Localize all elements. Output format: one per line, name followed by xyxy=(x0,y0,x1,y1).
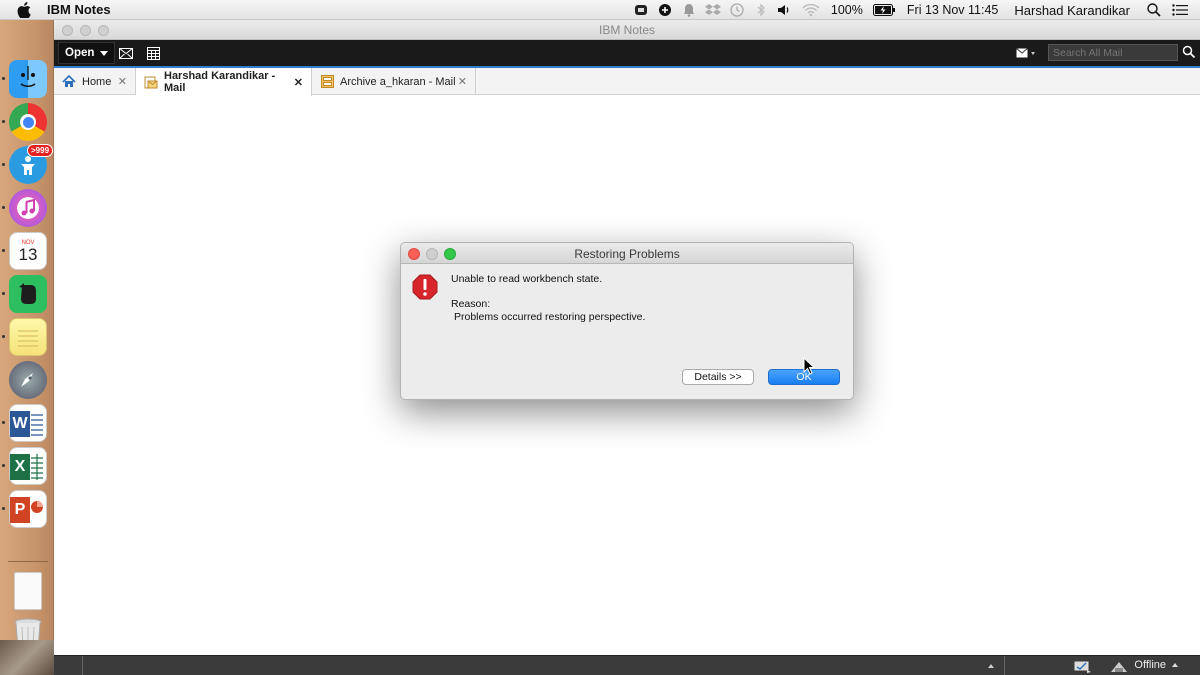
calendar-grid-icon[interactable] xyxy=(143,44,163,62)
details-button[interactable]: Details >> xyxy=(682,369,754,385)
bluetooth-icon[interactable] xyxy=(753,3,769,17)
chevron-up-icon xyxy=(1172,663,1178,667)
tab-bar: Home ✕ Harshad Karandikar - Mail ✕ Archi… xyxy=(54,68,1200,96)
battery-icon[interactable] xyxy=(872,3,895,17)
close-icon[interactable]: ✕ xyxy=(118,75,127,88)
notification-badge: >999 xyxy=(27,144,54,157)
chrome-icon[interactable] xyxy=(9,103,47,141)
dock-running-indicator xyxy=(2,292,5,295)
menubar-user[interactable]: Harshad Karandikar xyxy=(1014,3,1130,18)
dock-running-indicator xyxy=(2,249,5,252)
dock-running-indicator xyxy=(2,120,5,123)
spotlight-icon[interactable] xyxy=(1146,3,1162,17)
open-button[interactable]: Open xyxy=(58,42,116,64)
reason-label: Reason: xyxy=(451,298,491,310)
word-icon[interactable]: W xyxy=(9,404,47,442)
battery-percent: 100% xyxy=(830,3,863,17)
wifi-icon[interactable] xyxy=(801,3,821,17)
finder-icon[interactable] xyxy=(9,60,47,98)
calendar-day: 13 xyxy=(18,244,38,264)
launchpad-icon[interactable] xyxy=(9,361,47,399)
dock-separator xyxy=(8,561,48,562)
evernote-icon[interactable] xyxy=(9,275,47,313)
mail-icon xyxy=(144,75,158,89)
menubar-status-area: 100% Fri 13 Nov 11:45 Harshad Karandikar xyxy=(629,0,1200,20)
notification-icon[interactable] xyxy=(681,3,697,17)
dock-running-indicator xyxy=(2,464,5,467)
dock-running-indicator xyxy=(2,507,5,510)
status-divider xyxy=(82,656,83,675)
tab-archive[interactable]: Archive a_hkaran - Mail ✕ xyxy=(312,68,476,95)
error-icon xyxy=(412,274,438,300)
home-icon xyxy=(62,75,76,89)
dialog-titlebar[interactable]: Restoring Problems xyxy=(401,243,853,264)
app-name[interactable]: IBM Notes xyxy=(47,2,111,17)
time-machine-icon[interactable] xyxy=(729,3,745,17)
main-toolbar: Open xyxy=(54,40,1200,66)
mac-menubar: IBM Notes 100% Fri 13 Nov 11:45 Harshad … xyxy=(0,0,1200,20)
dock-running-indicator xyxy=(2,206,5,209)
dropbox-icon[interactable] xyxy=(704,3,721,17)
app-status-icon[interactable] xyxy=(633,3,649,17)
apple-icon[interactable] xyxy=(17,1,31,18)
sync-icon[interactable] xyxy=(657,3,673,17)
chevron-down-icon xyxy=(1031,51,1035,55)
dock-running-indicator xyxy=(2,163,5,166)
dock-running-indicator xyxy=(2,77,5,80)
chevron-up-icon[interactable] xyxy=(988,664,994,668)
chevron-down-icon xyxy=(100,50,109,56)
dialog-title: Restoring Problems xyxy=(574,247,680,261)
dock-running-indicator xyxy=(2,335,5,338)
window-title: IBM Notes xyxy=(598,23,655,37)
close-icon[interactable]: ✕ xyxy=(294,76,303,89)
menubar-clock[interactable]: Fri 13 Nov 11:45 xyxy=(907,3,998,17)
close-icon[interactable]: ✕ xyxy=(458,75,467,88)
powerpoint-icon[interactable]: P xyxy=(9,490,47,528)
excel-icon[interactable]: X xyxy=(9,447,47,485)
reason-text: Problems occurred restoring perspective. xyxy=(454,311,646,323)
online-status[interactable]: Offline xyxy=(1134,659,1178,671)
archive-icon xyxy=(320,75,334,89)
status-bar: Offline xyxy=(54,655,1200,675)
new-mail-icon[interactable] xyxy=(116,44,136,62)
desktop-wallpaper-corner xyxy=(0,640,54,675)
document-icon[interactable] xyxy=(14,572,42,610)
dock: >999 NOV 13 W X P xyxy=(0,20,54,675)
open-button-label: Open xyxy=(65,47,95,59)
tab-home[interactable]: Home ✕ xyxy=(54,68,136,95)
itunes-icon[interactable] xyxy=(9,189,47,227)
notes-icon[interactable] xyxy=(9,318,47,356)
location-icon[interactable] xyxy=(1110,660,1128,675)
calendar-icon[interactable]: NOV 13 xyxy=(9,232,47,270)
mouse-pointer-icon xyxy=(803,356,816,375)
screen: IBM Notes 100% Fri 13 Nov 11:45 Harshad … xyxy=(0,0,1200,675)
search-icon[interactable] xyxy=(1182,45,1196,59)
tab-label: Archive a_hkaran - Mail xyxy=(340,75,456,88)
tab-label: Home xyxy=(82,75,112,88)
notification-center-icon[interactable] xyxy=(1172,3,1188,17)
tab-label: Harshad Karandikar - Mail xyxy=(164,70,276,94)
dock-running-indicator xyxy=(2,421,5,424)
online-status-label: Offline xyxy=(1134,659,1166,671)
search-input[interactable] xyxy=(1048,44,1178,61)
window-titlebar[interactable]: IBM Notes xyxy=(54,20,1200,40)
restoring-problems-dialog: Restoring Problems Unable to read workbe… xyxy=(400,242,854,400)
replication-icon[interactable] xyxy=(1074,660,1092,675)
status-divider xyxy=(1004,656,1005,675)
tab-mail[interactable]: Harshad Karandikar - Mail ✕ xyxy=(136,68,312,96)
dialog-message: Unable to read workbench state. xyxy=(451,273,603,285)
volume-icon[interactable] xyxy=(777,3,793,17)
search-scope-icon[interactable] xyxy=(1016,46,1038,60)
